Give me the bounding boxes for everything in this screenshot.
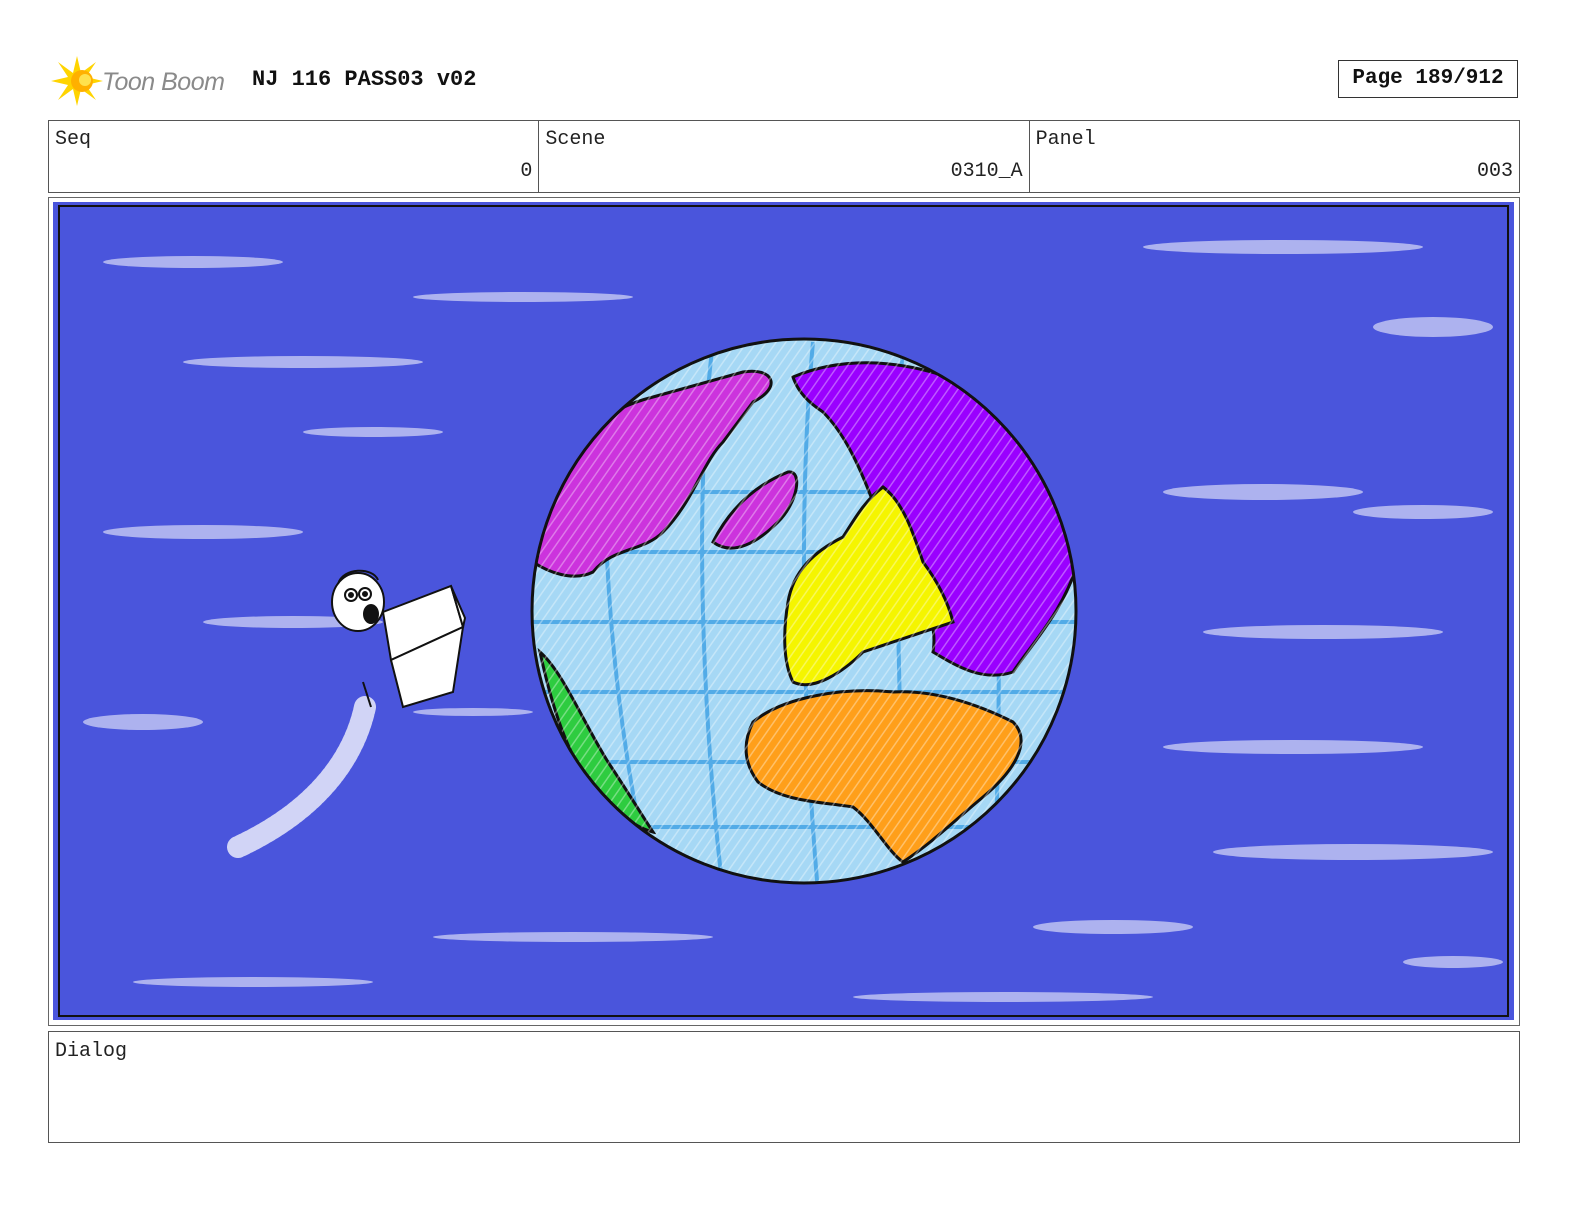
panel-label: Panel xyxy=(1035,128,1096,151)
scene-label: Scene xyxy=(545,128,606,151)
starburst-icon xyxy=(51,56,103,106)
panel-info-row: Seq 0 Scene 0310_A Panel 003 xyxy=(48,120,1520,193)
seq-value: 0 xyxy=(520,160,533,183)
scene-value: 0310_A xyxy=(950,160,1023,183)
panel-value: 003 xyxy=(1476,160,1513,183)
dialog-box: Dialog xyxy=(48,1031,1520,1143)
storyboard-panel xyxy=(48,197,1520,1026)
toon-boom-logo: Toon Boom xyxy=(48,52,238,110)
scene-cell: Scene 0310_A xyxy=(539,121,1030,192)
seq-label: Seq xyxy=(55,128,92,151)
page-header: Toon Boom NJ 116 PASS03 v02 Page 189/912 xyxy=(48,48,1520,110)
panel-drawing xyxy=(53,202,1514,1020)
document-title: NJ 116 PASS03 v02 xyxy=(252,67,477,92)
seq-cell: Seq 0 xyxy=(49,121,540,192)
dialog-label: Dialog xyxy=(55,1040,128,1063)
logo-text: Toon Boom xyxy=(102,68,225,96)
panel-cell: Panel 003 xyxy=(1030,121,1519,192)
page-number: Page 189/912 xyxy=(1338,60,1518,98)
